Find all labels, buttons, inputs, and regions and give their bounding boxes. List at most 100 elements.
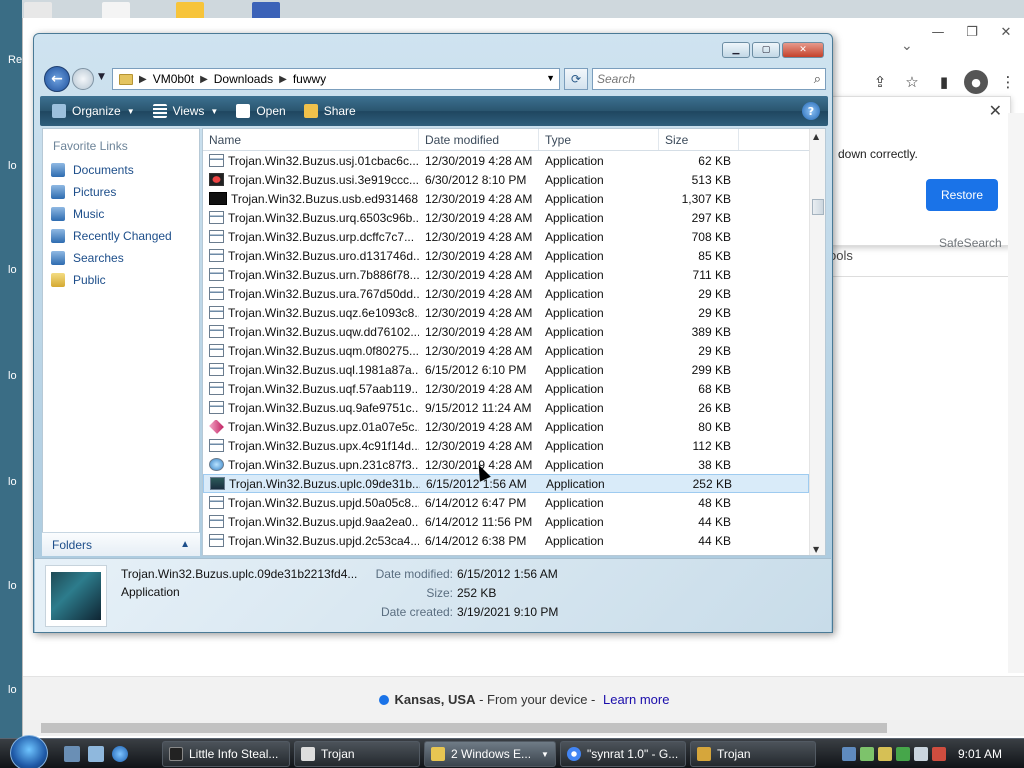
file-row[interactable]: Trojan.Win32.Buzus.urq.6503c96b... 12/30/… (203, 208, 809, 227)
start-button[interactable] (10, 735, 48, 768)
file-row[interactable]: Trojan.Win32.Buzus.uqm.0f80275... 12/30/2… (203, 341, 809, 360)
scrollbar-thumb[interactable] (812, 199, 824, 215)
file-name-cell[interactable]: Trojan.Win32.Buzus.usj.01cbac6c... (203, 154, 419, 168)
nav-item-searches[interactable]: Searches (43, 247, 199, 269)
volume-icon[interactable] (914, 747, 928, 761)
taskbar-button[interactable]: Little Info Steal... (162, 741, 290, 767)
refresh-icon[interactable]: ⟳ (564, 68, 588, 90)
close-icon[interactable]: ✕ (989, 101, 1002, 120)
share-button[interactable]: Share (296, 98, 364, 124)
close-icon[interactable]: ✕ (992, 22, 1020, 42)
restore-button[interactable]: Restore (926, 179, 998, 211)
folders-toggle[interactable]: Folders ▲ (42, 532, 200, 556)
breadcrumb-item[interactable]: fuwwy (293, 72, 326, 86)
file-row[interactable]: Trojan.Win32.Buzus.upx.4c91f14d... 12/30/… (203, 436, 809, 455)
tray-app-icon[interactable] (878, 747, 892, 761)
file-name-cell[interactable]: Trojan.Win32.Buzus.usi.3e919ccc... (203, 173, 419, 187)
file-name-cell[interactable]: Trojan.Win32.Buzus.uplc.09de31b... (204, 477, 420, 491)
file-name-cell[interactable]: Trojan.Win32.Buzus.upjd.50a05c8... (203, 496, 419, 510)
file-row[interactable]: Trojan.Win32.Buzus.urp.dcffc7c7... 12/30/… (203, 227, 809, 246)
breadcrumb-item[interactable]: Downloads (214, 72, 273, 86)
address-bar[interactable]: ▶ VM0b0t ▶ Downloads ▶ fuwwy ▼ (112, 68, 560, 90)
taskbar-button[interactable]: Trojan (690, 741, 816, 767)
nav-item-documents[interactable]: Documents (43, 159, 199, 181)
chrome-vertical-scrollbar[interactable] (1008, 113, 1024, 673)
file-name-cell[interactable]: Trojan.Win32.Buzus.ura.767d50dd... (203, 287, 419, 301)
open-button[interactable]: Open (228, 98, 293, 124)
breadcrumb-separator-icon[interactable]: ▶ (200, 74, 208, 85)
taskbar-button[interactable]: 2 Windows E... ▼ (424, 741, 556, 767)
clock[interactable]: 9:01 AM (958, 747, 1002, 761)
share-page-icon[interactable]: ⇪ (868, 70, 892, 94)
search-icon[interactable]: ⌕ (814, 71, 821, 87)
address-dropdown-icon[interactable]: ▼ (546, 73, 555, 83)
file-name-cell[interactable]: Trojan.Win32.Buzus.upjd.2c53ca4... (203, 534, 419, 548)
file-row[interactable]: Trojan.Win32.Buzus.urn.7b886f78... 12/30/… (203, 265, 809, 284)
safesearch-link[interactable]: SafeSearch (939, 236, 1002, 250)
breadcrumb-item[interactable]: VM0b0t (153, 72, 194, 86)
file-name-cell[interactable]: Trojan.Win32.Buzus.urn.7b886f78... (203, 268, 419, 282)
maximize-icon[interactable]: ❐ (958, 22, 986, 42)
desktop-icon-label[interactable]: lo (8, 476, 17, 488)
column-header-name[interactable]: Name (203, 129, 419, 150)
scroll-up-icon[interactable]: ▲ (813, 132, 819, 141)
file-row[interactable]: Trojan.Win32.Buzus.upn.231c87f3... 12/30/… (203, 455, 809, 474)
recent-pages-dropdown-icon[interactable]: ▼ (98, 72, 105, 82)
nav-item-public[interactable]: Public (43, 269, 199, 291)
breadcrumb-separator-icon[interactable]: ▶ (279, 74, 287, 85)
file-name-cell[interactable]: Trojan.Win32.Buzus.urq.6503c96b... (203, 211, 419, 225)
close-button[interactable]: ✕ (782, 42, 824, 58)
show-desktop-icon[interactable] (64, 746, 80, 762)
file-row[interactable]: Trojan.Win32.Buzus.uro.d131746d... 12/30/… (203, 246, 809, 265)
chevron-down-icon[interactable]: ⌄ (901, 38, 913, 54)
desktop-icon-label[interactable]: lo (8, 264, 17, 276)
file-name-cell[interactable]: Trojan.Win32.Buzus.upx.4c91f14d... (203, 439, 419, 453)
file-name-cell[interactable]: Trojan.Win32.Buzus.uqf.57aab119... (203, 382, 419, 396)
minimize-icon[interactable]: — (924, 22, 952, 42)
file-list-scrollbar[interactable]: ▲ ▼ (809, 129, 825, 555)
desktop-icon-label[interactable]: lo (8, 684, 17, 696)
file-name-cell[interactable]: Trojan.Win32.Buzus.uro.d131746d... (203, 249, 419, 263)
network-icon[interactable] (842, 747, 856, 761)
column-header-date-modified[interactable]: Date modified (419, 129, 539, 150)
desktop-icon-label[interactable]: lo (8, 580, 17, 592)
file-row[interactable]: Trojan.Win32.Buzus.upz.01a07e5c... 12/30/… (203, 417, 809, 436)
file-row[interactable]: Trojan.Win32.Buzus.upjd.2c53ca4... 6/14/2… (203, 531, 809, 550)
file-name-cell[interactable]: Trojan.Win32.Buzus.upz.01a07e5c... (203, 419, 419, 434)
file-row[interactable]: Trojan.Win32.Buzus.usj.01cbac6c... 12/30/… (203, 151, 809, 170)
side-panel-icon[interactable]: ▮ (932, 70, 956, 94)
scrollbar-thumb[interactable] (41, 723, 887, 733)
taskbar-button[interactable]: "synrat 1.0" - G... (560, 741, 686, 767)
column-header-type[interactable]: Type (539, 129, 659, 150)
file-row[interactable]: Trojan.Win32.Buzus.usi.3e919ccc... 6/30/2… (203, 170, 809, 189)
file-name-cell[interactable]: Trojan.Win32.Buzus.upjd.9aa2ea0... (203, 515, 419, 529)
nav-item-music[interactable]: Music (43, 203, 199, 225)
column-header-size[interactable]: Size (659, 129, 739, 150)
tray-app-icon[interactable] (896, 747, 910, 761)
chrome-horizontal-scrollbar[interactable] (23, 720, 1024, 736)
more-menu-icon[interactable]: ⋮ (996, 70, 1020, 94)
views-button[interactable]: Views ▼ (145, 98, 227, 124)
desktop-icon-label[interactable]: Re (8, 54, 22, 66)
back-arrow-icon[interactable]: ← (44, 66, 70, 92)
file-row[interactable]: Trojan.Win32.Buzus.usb.ed931468... 12/30/… (203, 189, 809, 208)
file-name-cell[interactable]: Trojan.Win32.Buzus.uq.9afe9751c... (203, 401, 419, 415)
learn-more-link[interactable]: Learn more (603, 692, 669, 707)
organize-button[interactable]: Organize ▼ (44, 98, 143, 124)
desktop-icon-label[interactable]: lo (8, 160, 17, 172)
search-input[interactable]: Search ⌕ (592, 68, 826, 90)
file-row[interactable]: Trojan.Win32.Buzus.uplc.09de31b... 6/15/2… (203, 474, 809, 493)
file-row[interactable]: Trojan.Win32.Buzus.upjd.9aa2ea0... 6/14/2… (203, 512, 809, 531)
file-name-cell[interactable]: Trojan.Win32.Buzus.uql.1981a87a... (203, 363, 419, 377)
forward-arrow-icon[interactable] (72, 68, 94, 90)
file-name-cell[interactable]: Trojan.Win32.Buzus.usb.ed931468... (203, 192, 419, 206)
taskbar-button[interactable]: Trojan (294, 741, 420, 767)
file-row[interactable]: Trojan.Win32.Buzus.uqf.57aab119... 12/30/… (203, 379, 809, 398)
file-row[interactable]: Trojan.Win32.Buzus.upjd.50a05c8... 6/14/2… (203, 493, 809, 512)
scroll-down-icon[interactable]: ▼ (813, 545, 819, 554)
file-name-cell[interactable]: Trojan.Win32.Buzus.upn.231c87f3... (203, 458, 419, 472)
nav-item-pictures[interactable]: Pictures (43, 181, 199, 203)
file-row[interactable]: Trojan.Win32.Buzus.ura.767d50dd... 12/30/… (203, 284, 809, 303)
switch-windows-icon[interactable] (88, 746, 104, 762)
internet-explorer-icon[interactable] (112, 746, 128, 762)
